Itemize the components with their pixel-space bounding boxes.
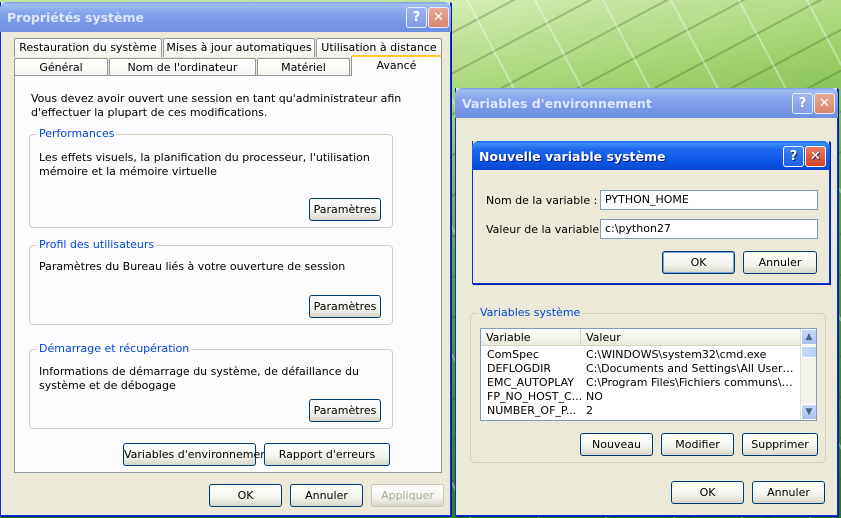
system-variables-group: Variables système Variable Valeur ComSpe… xyxy=(470,306,826,463)
error-report-button[interactable]: Rapport d'erreurs xyxy=(264,443,390,466)
variable-name: NUMBER_OF_P... xyxy=(487,404,577,417)
list-header: Variable Valeur xyxy=(481,329,816,346)
performance-group: Performances Les effets visuels, la plan… xyxy=(29,127,393,228)
apply-button[interactable]: Appliquer xyxy=(371,484,444,507)
variable-value: C:\Documents and Settings\All Users\A... xyxy=(586,362,794,375)
variable-value-label: Valeur de la variable : xyxy=(486,223,607,236)
table-row[interactable]: NUMBER_OF_P... 2 xyxy=(481,404,801,418)
variable-value: C:\Program Files\Fichiers communs\Roxi..… xyxy=(586,376,794,389)
system-variables-title: Variables système xyxy=(478,306,583,319)
new-system-variable-dialog: Nouvelle variable système ? ✕ Nom de la … xyxy=(472,141,830,284)
env-cancel-button[interactable]: Annuler xyxy=(752,481,825,504)
environment-variables-button[interactable]: Variables d'environnement xyxy=(123,443,272,466)
ok-button[interactable]: OK xyxy=(209,484,282,507)
new-variable-button[interactable]: Nouveau xyxy=(580,433,653,456)
variable-name: EMC_AUTOPLAY xyxy=(487,376,574,389)
variable-value-field[interactable]: c:\python27 xyxy=(600,219,818,239)
system-properties-titlebar[interactable]: Propriétés système ? ✕ xyxy=(0,2,451,32)
performance-title: Performances xyxy=(37,127,117,140)
delete-variable-button[interactable]: Supprimer xyxy=(742,433,818,456)
startup-recovery-title: Démarrage et récupération xyxy=(37,342,192,355)
tab-mises-a-jour[interactable]: Mises à jour automatiques xyxy=(163,38,315,57)
column-variable[interactable]: Variable xyxy=(481,329,581,346)
close-icon[interactable]: ✕ xyxy=(805,146,826,167)
window-title: Propriétés système xyxy=(7,10,145,25)
dialog-title: Nouvelle variable système xyxy=(479,149,666,164)
performance-description: Les effets visuels, la planification du … xyxy=(39,151,370,178)
help-icon[interactable]: ? xyxy=(792,93,813,114)
cancel-button[interactable]: Annuler xyxy=(290,484,363,507)
system-variables-list[interactable]: Variable Valeur ComSpec C:\WINDOWS\syste… xyxy=(480,328,817,421)
variable-name: FP_NO_HOST_C... xyxy=(487,390,583,403)
list-scrollbar[interactable]: ▲ ▼ xyxy=(800,329,816,420)
dialog-ok-button[interactable]: OK xyxy=(662,251,735,274)
edit-variable-button[interactable]: Modifier xyxy=(661,433,734,456)
tab-restauration[interactable]: Restauration du système xyxy=(14,38,162,57)
new-variable-titlebar[interactable]: Nouvelle variable système ? ✕ xyxy=(472,141,830,170)
scroll-up-icon[interactable]: ▲ xyxy=(801,329,816,345)
help-icon[interactable]: ? xyxy=(406,7,427,28)
help-icon[interactable]: ? xyxy=(783,146,804,167)
tab-avance[interactable]: Avancé xyxy=(351,55,442,76)
scroll-thumb[interactable] xyxy=(801,346,816,358)
user-profiles-group: Profil des utilisateurs Paramètres du Bu… xyxy=(29,238,393,325)
admin-notice: Vous devez avoir ouvert une session en t… xyxy=(31,92,402,119)
user-profiles-settings-button[interactable]: Paramètres xyxy=(309,295,381,318)
scroll-down-icon[interactable]: ▼ xyxy=(801,404,816,420)
variable-value: 2 xyxy=(586,404,593,417)
env-ok-button[interactable]: OK xyxy=(671,481,744,504)
variable-value: NO xyxy=(586,390,603,403)
column-value[interactable]: Valeur xyxy=(581,329,801,346)
environment-variables-titlebar[interactable]: Variables d'environnement ? ✕ xyxy=(455,88,838,118)
user-profiles-description: Paramètres du Bureau liés à votre ouvert… xyxy=(39,260,346,273)
variable-name: ComSpec xyxy=(487,348,539,361)
startup-recovery-settings-button[interactable]: Paramètres xyxy=(309,399,381,422)
table-row[interactable]: FP_NO_HOST_C... NO xyxy=(481,390,801,404)
dialog-cancel-button[interactable]: Annuler xyxy=(743,251,817,274)
advanced-tab-panel: Vous devez avoir ouvert une session en t… xyxy=(14,75,442,473)
startup-recovery-description: Informations de démarrage du système, de… xyxy=(39,365,359,392)
variable-value: C:\WINDOWS\system32\cmd.exe xyxy=(586,348,767,361)
env-window-title: Variables d'environnement xyxy=(462,96,652,111)
table-row[interactable]: EMC_AUTOPLAY C:\Program Files\Fichiers c… xyxy=(481,376,801,390)
performance-settings-button[interactable]: Paramètres xyxy=(309,198,381,221)
variable-name-label: Nom de la variable : xyxy=(486,194,598,207)
variable-name-field[interactable]: PYTHON_HOME xyxy=(600,190,818,210)
system-properties-window: Propriétés système ? ✕ Restauration du s… xyxy=(0,2,451,516)
close-icon[interactable]: ✕ xyxy=(814,93,835,114)
table-row[interactable]: DEFLOGDIR C:\Documents and Settings\All … xyxy=(481,362,801,376)
startup-recovery-group: Démarrage et récupération Informations d… xyxy=(29,342,393,429)
variable-name: DEFLOGDIR xyxy=(487,362,552,375)
user-profiles-title: Profil des utilisateurs xyxy=(37,238,157,251)
close-icon[interactable]: ✕ xyxy=(428,7,449,28)
table-row[interactable]: ComSpec C:\WINDOWS\system32\cmd.exe xyxy=(481,348,801,362)
